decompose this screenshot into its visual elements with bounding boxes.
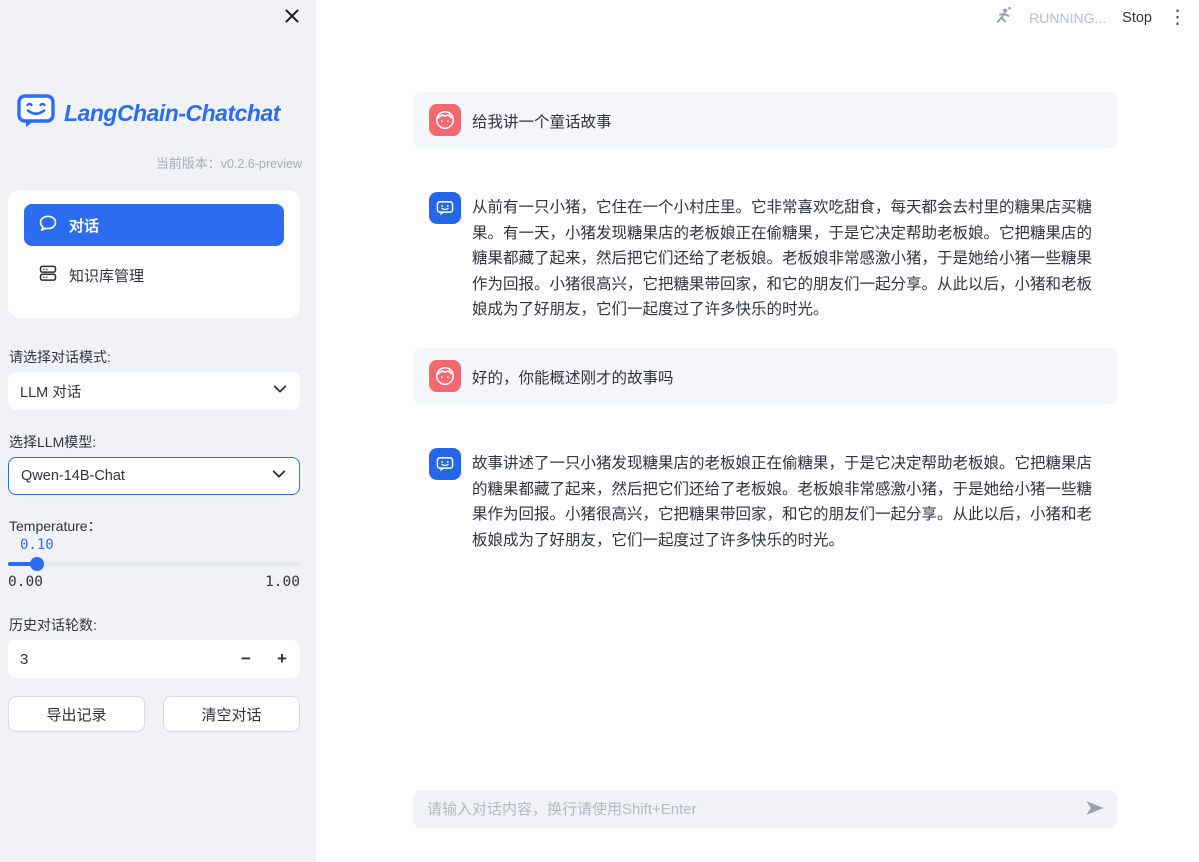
chevron-down-icon [272,383,288,399]
temperature-label: Temperature： [9,516,102,536]
send-button[interactable] [1073,790,1117,828]
dialog-mode-label: 请选择对话模式: [9,347,111,367]
stepper-minus-button[interactable]: − [228,640,264,678]
message-text: 从前有一只小猪，它住在一个小村庄里。它非常喜欢吃甜食，每天都会去村里的糖果店买糖… [472,192,1101,323]
sidebar-item-label: 知识库管理 [69,265,144,286]
message-text: 好的，你能概述刚才的故事吗 [472,360,1101,392]
version-label: 当前版本： [156,156,221,171]
running-status-text: RUNNING... [1029,10,1106,26]
temperature-value: 0.10 [20,537,54,553]
nav-card: 对话 知识库管理 [8,190,300,318]
slider-track[interactable] [8,562,300,566]
version-value: v0.2.6-preview [221,157,302,171]
dialog-mode-select[interactable]: LLM 对话 [8,372,300,410]
sidebar-item-label: 对话 [69,215,99,236]
chat-message-assistant: 故事讲述了一只小猪发现糖果店的老板娘正在偷糖果，于是它决定帮助老板娘。它把糖果店… [413,436,1117,565]
stepper-plus-button[interactable]: + [264,640,300,678]
slider-min-label: 0.00 [8,574,43,590]
chat-message-user: 好的，你能概述刚才的故事吗 [413,348,1117,404]
server-stack-icon [38,263,58,287]
top-status-bar: RUNNING... Stop ⋮ [993,7,1187,29]
slider-minmax: 0.00 1.00 [8,574,300,590]
slider-thumb[interactable] [30,557,44,571]
logo-chat-bubble-icon [16,92,56,134]
message-text: 故事讲述了一只小猪发现糖果店的老板娘正在偷糖果，于是它决定帮助老板娘。它把糖果店… [472,448,1101,553]
user-avatar [429,104,461,136]
chat-message-user: 给我讲一个童话故事 [413,92,1117,148]
chevron-down-icon [271,468,287,484]
app-logo: LangChain-Chatchat [16,92,280,134]
sidebar-close-button[interactable] [284,10,300,26]
version-info: 当前版本：v0.2.6-preview [156,153,302,172]
history-rounds-input[interactable]: 3 [8,640,228,678]
kebab-menu-icon[interactable]: ⋮ [1168,9,1187,27]
sidebar: LangChain-Chatchat 当前版本：v0.2.6-preview 对… [0,0,316,862]
chat-input[interactable] [413,790,1073,828]
dialog-mode-value: LLM 对话 [20,381,272,402]
history-rounds-label: 历史对话轮数: [9,615,97,635]
sidebar-item-dialogue[interactable]: 对话 [24,204,284,246]
chat-bubble-outline-icon [38,213,58,237]
temperature-slider[interactable] [8,557,300,571]
message-text: 给我讲一个童话故事 [472,104,1101,136]
app-window: LangChain-Chatchat 当前版本：v0.2.6-preview 对… [0,0,1199,862]
user-avatar [429,360,461,392]
export-records-button[interactable]: 导出记录 [8,696,145,732]
chat-input-bar [413,790,1117,828]
chat-message-assistant: 从前有一只小猪，它住在一个小村庄里。它非常喜欢吃甜食，每天都会去村里的糖果店买糖… [413,180,1117,335]
llm-model-select[interactable]: Qwen-14B-Chat [8,457,300,495]
llm-model-label: 选择LLM模型: [9,432,96,452]
slider-max-label: 1.00 [265,574,300,590]
stop-button[interactable]: Stop [1122,10,1152,26]
running-man-icon [993,6,1013,31]
close-icon [285,9,299,28]
history-rounds-stepper: 3 − + [8,640,300,678]
send-arrow-icon [1084,798,1106,821]
assistant-avatar [429,192,461,224]
llm-model-value: Qwen-14B-Chat [21,468,271,484]
app-title: LangChain-Chatchat [64,100,280,127]
main-area: RUNNING... Stop ⋮ 给我讲一个童话故事 [316,0,1199,862]
assistant-avatar [429,448,461,480]
sidebar-item-knowledge-base[interactable]: 知识库管理 [24,254,284,296]
clear-dialogue-button[interactable]: 清空对话 [163,696,300,732]
